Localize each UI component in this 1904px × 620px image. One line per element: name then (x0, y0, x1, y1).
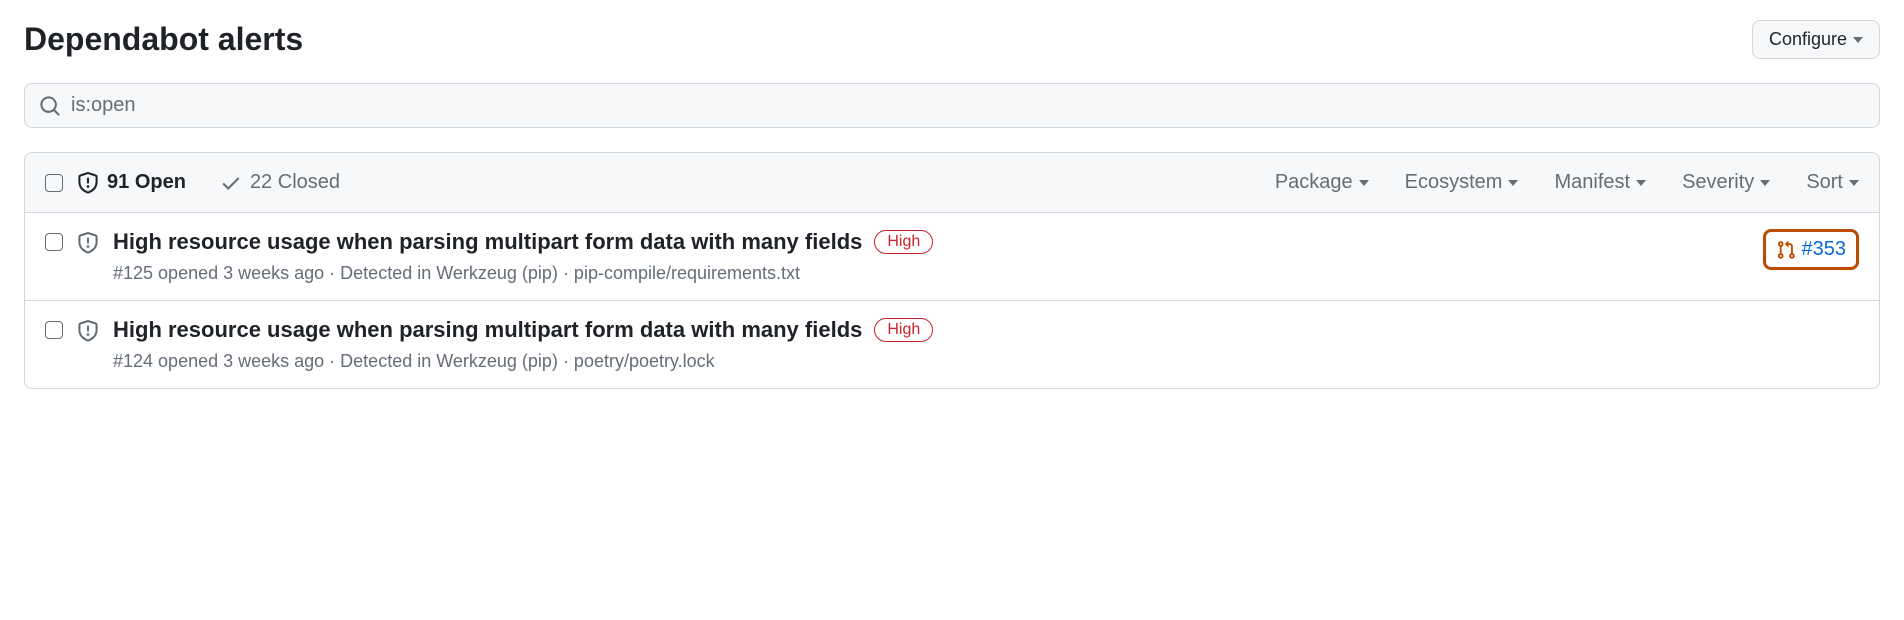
toolbar-right: Package Ecosystem Manifest Severity Sort (1275, 171, 1859, 194)
check-icon (220, 172, 242, 194)
alert-meta: #124 opened 3 weeks ago · Detected in We… (113, 351, 1859, 372)
alert-title-link[interactable]: High resource usage when parsing multipa… (113, 229, 862, 255)
filter-severity[interactable]: Severity (1682, 171, 1770, 194)
alert-right: #353 (1763, 229, 1860, 270)
caret-down-icon (1849, 180, 1859, 186)
alert-checkbox[interactable] (45, 233, 63, 251)
open-label: Open (135, 171, 186, 193)
tab-closed[interactable]: 22 Closed (220, 171, 340, 194)
alert-content: High resource usage when parsing multipa… (113, 229, 1749, 284)
page-header: Dependabot alerts Configure (24, 20, 1880, 59)
filter-sort[interactable]: Sort (1806, 171, 1859, 194)
search-input[interactable] (71, 94, 1865, 117)
git-pull-request-icon (1776, 240, 1796, 260)
pr-link[interactable]: #353 (1763, 229, 1860, 270)
configure-button[interactable]: Configure (1752, 20, 1880, 59)
shield-alert-icon (77, 232, 99, 254)
alert-row: High resource usage when parsing multipa… (25, 213, 1879, 301)
closed-label: Closed (278, 171, 340, 193)
shield-alert-icon (77, 172, 99, 194)
caret-down-icon (1636, 180, 1646, 186)
tab-open[interactable]: 91 Open (77, 171, 186, 194)
caret-down-icon (1508, 180, 1518, 186)
configure-label: Configure (1769, 29, 1847, 50)
alerts-container: 91 Open 22 Closed Package Ecosystem (24, 152, 1880, 389)
page-title: Dependabot alerts (24, 21, 303, 58)
alerts-toolbar: 91 Open 22 Closed Package Ecosystem (25, 153, 1879, 213)
select-all-checkbox[interactable] (45, 174, 63, 192)
alert-row: High resource usage when parsing multipa… (25, 301, 1879, 388)
toolbar-left: 91 Open 22 Closed (45, 171, 340, 194)
caret-down-icon (1853, 37, 1863, 43)
filter-ecosystem[interactable]: Ecosystem (1405, 171, 1519, 194)
open-count: 91 (107, 171, 129, 193)
filter-package[interactable]: Package (1275, 171, 1369, 194)
alert-content: High resource usage when parsing multipa… (113, 317, 1859, 372)
shield-alert-icon (77, 320, 99, 342)
severity-badge: High (874, 318, 933, 342)
alert-title-link[interactable]: High resource usage when parsing multipa… (113, 317, 862, 343)
alert-checkbox[interactable] (45, 321, 63, 339)
severity-badge: High (874, 230, 933, 254)
caret-down-icon (1359, 180, 1369, 186)
alert-meta: #125 opened 3 weeks ago · Detected in We… (113, 263, 1749, 284)
caret-down-icon (1760, 180, 1770, 186)
filter-manifest[interactable]: Manifest (1554, 171, 1646, 194)
closed-count: 22 (250, 171, 272, 193)
search-icon (39, 95, 61, 117)
pr-number: #353 (1802, 238, 1847, 261)
search-container[interactable] (24, 83, 1880, 128)
